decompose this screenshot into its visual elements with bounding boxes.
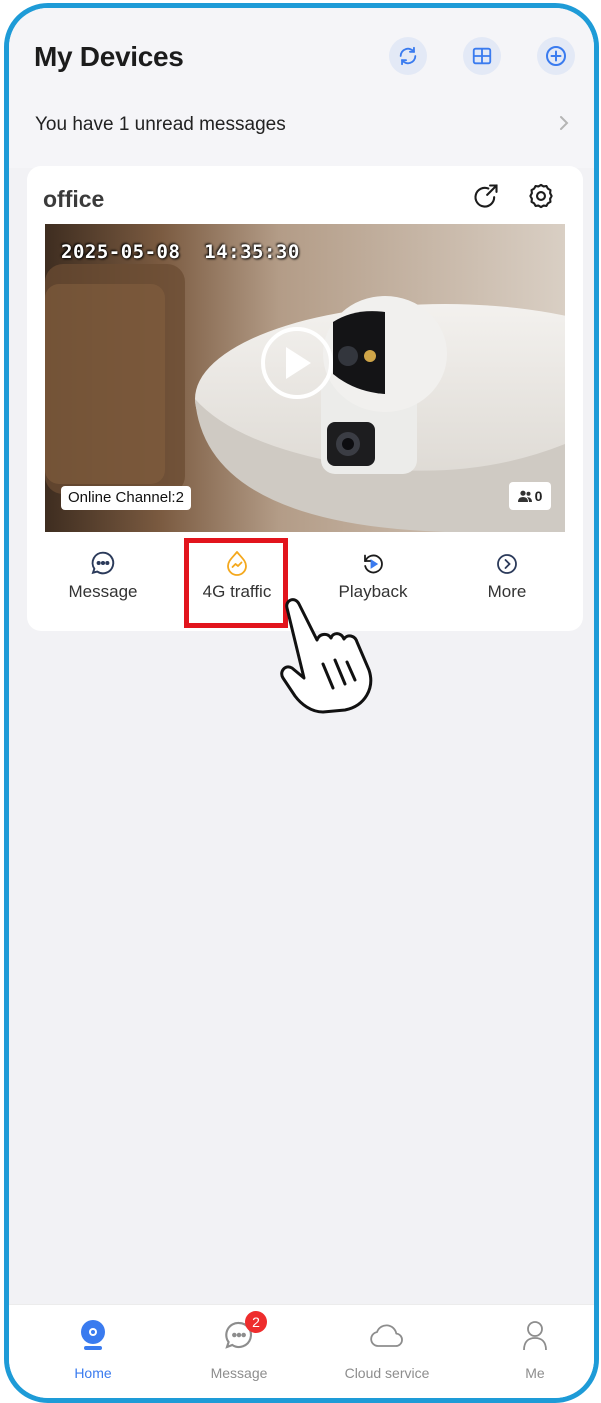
- viewer-count: 0: [509, 482, 551, 510]
- online-channel-label: Online Channel:2: [61, 486, 191, 510]
- more-icon: [497, 554, 517, 574]
- timestamp-overlay: 2025-05-08 14:35:30: [61, 241, 300, 263]
- chevron-right-icon: [560, 116, 569, 130]
- gear-icon: [529, 183, 553, 209]
- person-icon: [523, 1321, 547, 1351]
- pointing-hand-icon: [280, 598, 373, 714]
- share-button[interactable]: [470, 180, 502, 212]
- add-device-icon: [546, 46, 566, 66]
- live-preview[interactable]: 2025-05-08 14:35:30 Online Channel:2 0: [45, 224, 565, 532]
- unread-messages-text: You have 1 unread messages: [35, 114, 286, 135]
- share-icon: [474, 184, 498, 208]
- playback-icon: [364, 554, 383, 574]
- viewer-count-value: 0: [534, 488, 543, 504]
- header: My Devices You have 1 unread messages: [9, 8, 594, 168]
- tab-me-label: Me: [525, 1365, 545, 1381]
- message-badge: 2: [245, 1311, 267, 1333]
- add-device-button[interactable]: [537, 37, 575, 75]
- more-action[interactable]: More: [447, 536, 567, 616]
- play-icon: [286, 347, 311, 379]
- grid-view-icon: [472, 47, 492, 65]
- unread-messages-bar[interactable]: You have 1 unread messages: [9, 102, 594, 144]
- play-button[interactable]: [261, 327, 333, 399]
- grid-view-button[interactable]: [463, 37, 501, 75]
- refresh-icon: [399, 46, 417, 66]
- page-title: My Devices: [34, 41, 184, 72]
- message-icon: [91, 551, 115, 575]
- message-action-label: Message: [68, 582, 138, 601]
- tab-cloud-service[interactable]: Cloud service: [327, 1315, 447, 1381]
- device-card: office 2025-05-08 14:35:30 Online Channe…: [27, 166, 583, 631]
- home-camera-icon: [81, 1320, 105, 1350]
- tab-me[interactable]: Me: [475, 1315, 594, 1381]
- highlight-box: [184, 538, 288, 628]
- device-name: office: [43, 186, 105, 212]
- tab-home-label: Home: [74, 1365, 112, 1381]
- refresh-button[interactable]: [389, 37, 427, 75]
- phone-frame: My Devices You have 1 unread messages of: [4, 3, 599, 1403]
- tab-message-label: Message: [210, 1365, 268, 1381]
- bottom-tab-bar: Home 2 Message Cloud service Me: [9, 1304, 594, 1398]
- tab-message[interactable]: 2 Message: [179, 1311, 299, 1381]
- more-label: More: [487, 582, 527, 601]
- cloud-icon: [370, 1324, 403, 1347]
- people-icon: [517, 490, 532, 502]
- message-action[interactable]: Message: [43, 536, 163, 616]
- tab-home[interactable]: Home: [33, 1315, 153, 1381]
- device-settings-button[interactable]: [525, 180, 557, 212]
- tab-cloud-service-label: Cloud service: [344, 1365, 430, 1381]
